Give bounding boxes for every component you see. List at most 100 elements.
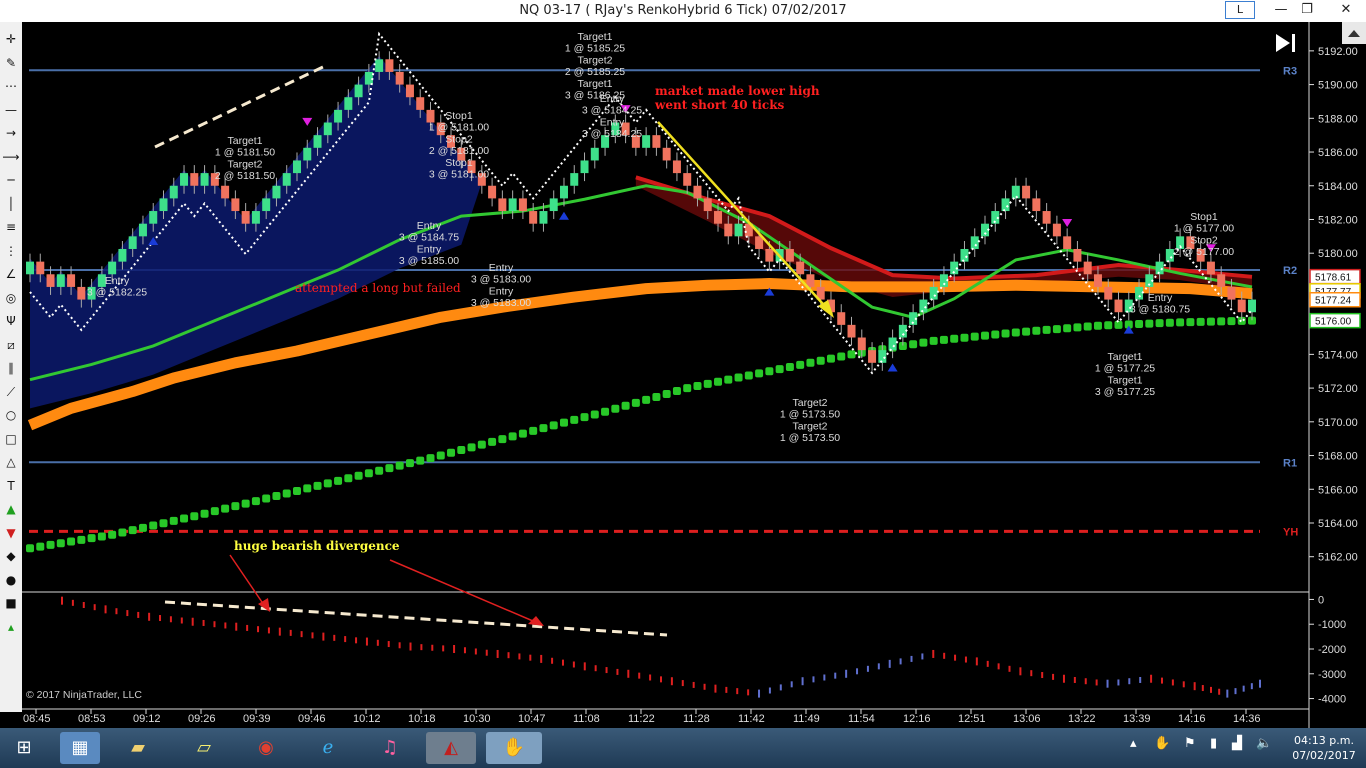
horizontal-line-icon[interactable]: ─ [2, 171, 20, 189]
hand-tool-icon[interactable]: ✋ [486, 732, 542, 764]
regression-icon[interactable]: ⧄ [2, 336, 20, 354]
osc-tick-label: 0 [1318, 594, 1324, 606]
dot-icon[interactable]: ● [2, 571, 20, 589]
time-tick-label: 10:30 [463, 713, 491, 725]
green-dot [755, 369, 764, 378]
green-dot [847, 350, 856, 359]
window-title: NQ 03-17 ( RJay's RenkoHybrid 6 Tick) 07… [519, 3, 847, 18]
green-dot [1145, 319, 1154, 328]
tray-hand-icon[interactable]: ✋ [1154, 736, 1170, 751]
fib-icon[interactable]: ⋮ [2, 242, 20, 260]
candle-body [929, 286, 938, 300]
tray-signal-icon[interactable]: ▟ [1232, 736, 1242, 751]
candle-body [1073, 248, 1082, 262]
pivot-label-yh: YH [1283, 526, 1298, 538]
green-dot [272, 492, 281, 501]
file-explorer-icon[interactable]: ▰ [118, 732, 158, 764]
ray-icon[interactable]: → [2, 124, 20, 142]
square-icon[interactable]: ■ [2, 594, 20, 612]
green-dot [549, 421, 558, 430]
green-dot [806, 358, 815, 367]
candle-body [1155, 261, 1164, 275]
windows-taskbar: ⊞ ▦ ▰ ▱ ◉ ℯ ♫ ◭ ✋ ▴ ✋ ⚑ ▮ ▟ 🔈 04:13 p.m.… [0, 728, 1366, 768]
time-tick-label: 12:51 [958, 713, 986, 725]
restore-button[interactable]: ❐ [1294, 1, 1320, 19]
time-tick-label: 11:28 [683, 713, 710, 725]
vertical-line-icon[interactable]: │ [2, 195, 20, 213]
candle-body [888, 337, 897, 351]
candle-body [26, 261, 34, 275]
trade-label-line: 2 @ 5177.00 [1174, 246, 1234, 258]
green-dot [169, 516, 178, 525]
windows-start-icon[interactable]: ⊞ [4, 732, 44, 764]
candle-body [118, 248, 127, 262]
gann-icon[interactable]: ∠ [2, 265, 20, 283]
candle-body [354, 84, 363, 98]
parallel-icon[interactable]: ∥ [2, 359, 20, 377]
minimize-button[interactable]: — [1268, 1, 1294, 19]
candle-body [1022, 185, 1031, 199]
green-dot [26, 544, 34, 553]
green-dot [46, 540, 55, 549]
diamond-icon[interactable]: ◆ [2, 547, 20, 565]
tray-show-hidden-icon[interactable]: ▴ [1130, 736, 1137, 751]
candle-body [169, 185, 178, 199]
renko-chart[interactable]: 5192.00 5190.00 5188.00 5186.00 5184.00 5182.… [22, 22, 1366, 728]
triangle-up-icon[interactable]: ▴ [2, 618, 20, 636]
candle-body [693, 185, 702, 199]
green-dot [1001, 329, 1010, 338]
trade-label-line: 3 @ 5183.00 [471, 297, 531, 309]
candle-body [1093, 274, 1102, 287]
text-icon[interactable]: T [2, 477, 20, 495]
tray-flag-icon[interactable]: ⚑ [1184, 736, 1196, 751]
ellipse-icon[interactable]: ○ [2, 406, 20, 424]
triangle-icon[interactable]: △ [2, 453, 20, 471]
calculator-icon[interactable]: ▦ [60, 732, 100, 764]
taskbar-clock[interactable]: 04:13 p.m. 07/02/2017 [1284, 733, 1364, 763]
tray-volume-icon[interactable]: 🔈 [1256, 736, 1272, 751]
time-tick-label: 08:45 [23, 713, 51, 725]
green-dot [221, 504, 230, 513]
itunes-icon[interactable]: ♫ [370, 732, 410, 764]
close-button[interactable]: ✕ [1328, 1, 1364, 19]
candle-body [159, 198, 168, 212]
green-dot [405, 459, 414, 468]
green-dot [1011, 328, 1020, 337]
green-dot [672, 387, 681, 396]
ninjatrader-icon[interactable]: ◭ [426, 732, 476, 764]
green-dot [375, 466, 384, 475]
crosshair-icon[interactable]: ✛ [2, 30, 20, 48]
pitchfork-icon[interactable]: Ψ [2, 312, 20, 330]
pencil-icon[interactable]: ✎ [2, 54, 20, 72]
candle-body [138, 223, 147, 237]
candle-body [919, 299, 928, 313]
trade-label-line: 3 @ 5183.00 [471, 274, 531, 286]
green-dot [56, 539, 65, 548]
price-tick-label: 5174.00 [1318, 349, 1358, 361]
price-box-label: 5176.00 [1315, 317, 1352, 328]
time-tick-label: 11:42 [738, 713, 765, 725]
trade-label-line: Entry [1148, 292, 1173, 304]
green-dot [950, 334, 959, 343]
green-dot [457, 446, 466, 455]
rectangle-icon[interactable]: □ [2, 430, 20, 448]
internet-explorer-icon[interactable]: ℯ [308, 732, 348, 764]
trend-icon[interactable]: ⟋ [2, 383, 20, 401]
arrow-line-icon[interactable]: ⟶ [2, 148, 20, 166]
sticky-notes-icon[interactable]: ▱ [184, 732, 224, 764]
dots-icon[interactable]: ⋯ [2, 77, 20, 95]
channel-icon[interactable]: ≡ [2, 218, 20, 236]
arrow-down-icon[interactable]: ▼ [2, 524, 20, 542]
trade-label-line: Stop1 [445, 157, 473, 169]
link-l-button[interactable]: L [1225, 1, 1255, 19]
line-icon[interactable]: — [2, 101, 20, 119]
candle-body [1217, 274, 1226, 287]
arrow-up-icon[interactable]: ▲ [2, 500, 20, 518]
trade-label-line: 1 @ 5177.25 [1095, 363, 1155, 375]
trade-label-line: Entry [489, 285, 514, 297]
osc-tick-label: -4000 [1318, 694, 1346, 706]
green-dot [1155, 319, 1164, 328]
tray-battery-icon[interactable]: ▮ [1210, 736, 1217, 751]
circle-target-icon[interactable]: ◎ [2, 289, 20, 307]
chrome-icon[interactable]: ◉ [246, 732, 286, 764]
